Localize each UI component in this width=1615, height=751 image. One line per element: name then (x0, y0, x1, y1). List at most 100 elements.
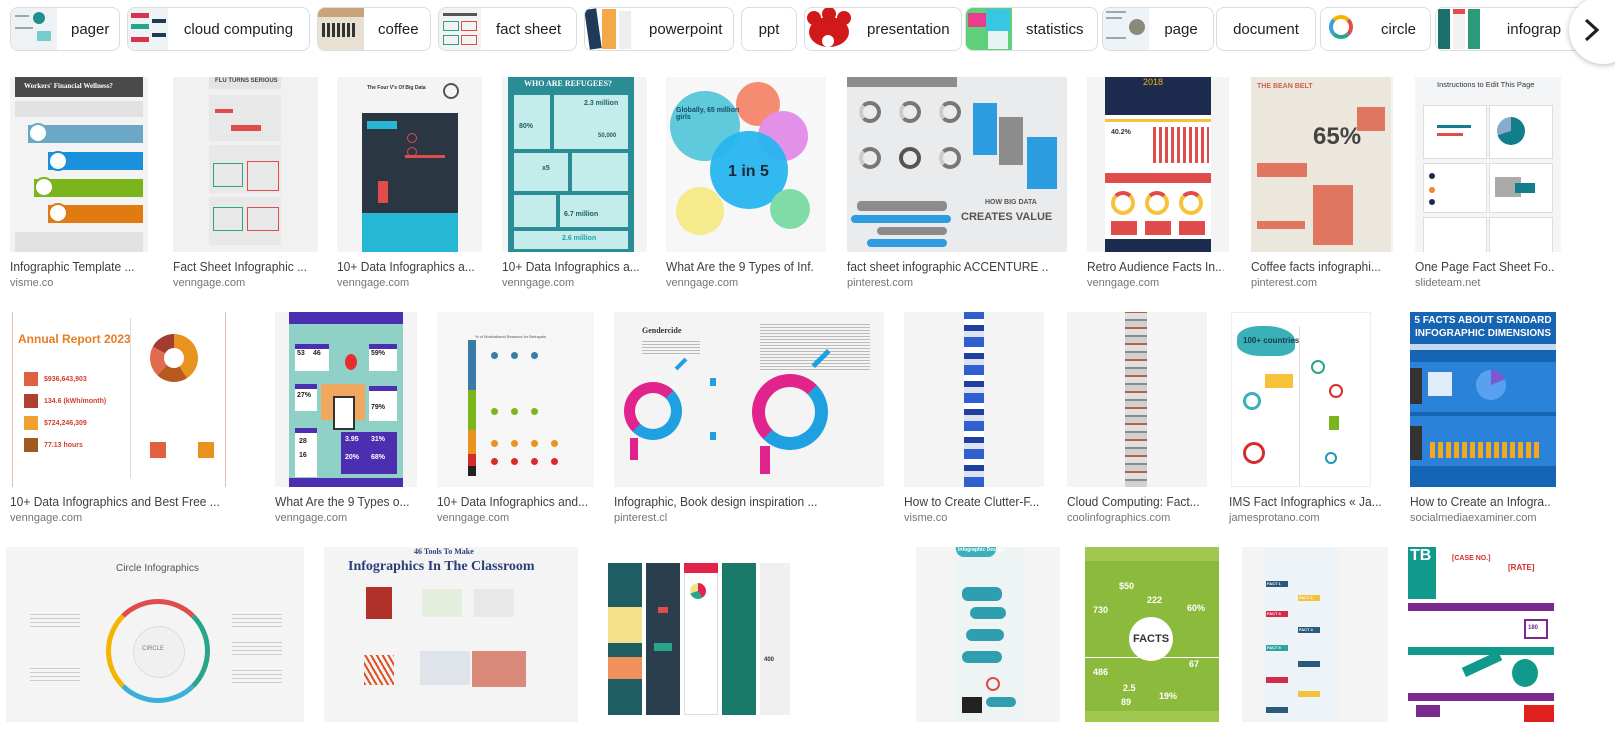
result-thumbnail[interactable]: WHO ARE REFUGEES? 80% 2.3 million 50,000… (502, 77, 647, 252)
result-thumbnail[interactable]: $50 222 730 60% FACTS 486 67 2.5 89 19% (1085, 547, 1219, 722)
result-thumbnail[interactable]: Workers' Financial Wellness? (10, 77, 148, 252)
result-title[interactable]: How to Create Clutter-F... (904, 495, 1038, 509)
chip-label: fact sheet (495, 20, 562, 38)
result-title[interactable]: 10+ Data Infographics a... (337, 260, 476, 274)
result-thumbnail[interactable] (904, 312, 1044, 487)
result-title[interactable]: 10+ Data Infographics and... (437, 495, 588, 509)
thumb-stat: 3.95 (345, 436, 359, 443)
chip-powerpoint[interactable]: powerpoint (584, 7, 734, 51)
result-thumbnail[interactable]: 53 46 59% 27% 79% 28 16 3.95 31% 20% 68% (275, 312, 417, 487)
result-title[interactable]: Cloud Computing: Fact... (1067, 495, 1201, 509)
thumb-headline: 5 FACTS ABOUT STANDARD INFOGRAPHIC DIMEN… (1414, 315, 1552, 339)
thumb-headline: 100+ countries (1243, 336, 1300, 345)
result-title[interactable]: Coffee facts infographi... (1251, 260, 1387, 274)
thumb-headline: 65% (1313, 123, 1362, 150)
chip-pager[interactable]: pager (10, 7, 120, 51)
result-title[interactable]: 10+ Data Infographics a... (502, 260, 641, 274)
scroll-next-button[interactable] (1569, 0, 1615, 64)
thumb-headline: Infographic Design (958, 547, 1004, 553)
result-title[interactable]: What Are the 9 Types o... (275, 495, 411, 509)
result-title[interactable]: Retro Audience Facts In... (1087, 260, 1223, 274)
chip-thumbnail (805, 8, 853, 50)
result-thumbnail[interactable]: Circle Infographics CIRCLE (6, 547, 304, 722)
result-source: pinterest.com (847, 277, 914, 289)
result-source: venngage.com (10, 512, 83, 524)
result-thumbnail[interactable]: 46 Tools To Make Infographics In The Cla… (324, 547, 578, 722)
result-thumbnail[interactable]: FACT 1 FACT 2 FACT 3 FACT 4 FACT 5 (1242, 547, 1388, 722)
result-title[interactable]: IMS Fact Infographics « Ja... (1229, 495, 1383, 509)
thumb-stat: 222 (1147, 595, 1163, 605)
chip-page[interactable]: page (1102, 7, 1214, 51)
thumb-stat: x5 (542, 165, 550, 172)
chip-thumbnail (585, 8, 635, 50)
thumb-stat: 20% (345, 454, 360, 461)
chip-presentation[interactable]: presentation (804, 7, 962, 51)
chip-thumbnail (1321, 8, 1367, 50)
thumb-headline: Gendercide (642, 326, 682, 335)
chip-coffee[interactable]: coffee (317, 7, 431, 51)
thumb-subtitle: THE BEAN BELT (1257, 83, 1313, 90)
thumb-stat: 77.13 hours (44, 442, 83, 449)
thumb-stat: 46 (313, 350, 321, 357)
result-thumbnail[interactable]: Instructions to Edit This Page (1415, 77, 1561, 252)
thumb-stat: 50,000 (598, 133, 617, 139)
chip-fact-sheet[interactable]: fact sheet (438, 7, 577, 51)
result-thumbnail[interactable]: THE BEAN BELT 65% (1251, 77, 1393, 252)
chip-statistics[interactable]: statistics (965, 7, 1098, 51)
result-thumbnail[interactable]: HOW BIG DATA CREATES VALUE (847, 77, 1067, 252)
thumb-subtitle: Globally, 65 million girls (676, 107, 740, 121)
result-thumbnail[interactable]: 400 (598, 547, 896, 722)
result-title[interactable]: fact sheet infographic ACCENTURE ... (847, 260, 1049, 274)
thumb-headline: Workers' Financial Wellness? (24, 82, 113, 90)
chip-label: ppt (758, 20, 780, 38)
result-title[interactable]: What Are the 9 Types of Inf... (666, 260, 815, 274)
chip-cloud-computing[interactable]: cloud computing (127, 7, 310, 51)
result-thumbnail[interactable]: 5 FACTS ABOUT STANDARD INFOGRAPHIC DIMEN… (1410, 312, 1556, 487)
thumb-stat: $936,643,903 (44, 376, 87, 383)
result-thumbnail[interactable]: The Four V's Of Big Data (337, 77, 482, 252)
result-title[interactable]: One Page Fact Sheet Fo... (1415, 260, 1555, 274)
thumb-stat: 40.2% (1111, 129, 1131, 136)
result-title[interactable]: Infographic Template ... (10, 260, 144, 274)
result-thumbnail[interactable]: Annual Report 2023 $936,643,903 134.6 (k… (10, 312, 255, 487)
result-thumbnail[interactable] (1067, 312, 1207, 487)
chip-circle[interactable]: circle (1320, 7, 1431, 51)
thumb-stat: $50 (1119, 581, 1135, 591)
chip-label: coffee (378, 20, 419, 38)
result-title[interactable]: Fact Sheet Infographic ... (173, 260, 312, 274)
result-source: venngage.com (1087, 277, 1160, 289)
thumb-stat: 67 (1189, 659, 1200, 669)
chip-ppt[interactable]: ppt (741, 7, 797, 51)
result-thumbnail[interactable]: 2018 40.2% (1087, 77, 1229, 252)
result-thumbnail[interactable]: Gendercide (614, 312, 884, 487)
thumb-stat: FACT 4 (1299, 627, 1313, 632)
result-title[interactable]: 10+ Data Infographics and Best Free ... (10, 495, 231, 509)
result-thumbnail[interactable]: 100+ countries (1229, 312, 1389, 487)
result-source: venngage.com (173, 277, 246, 289)
thumb-headline: Circle Infographics (116, 563, 199, 574)
result-source: slideteam.net (1415, 277, 1481, 289)
result-title[interactable]: How to Create an Infogra... (1410, 495, 1550, 509)
thumb-headline: 1 in 5 (728, 163, 769, 180)
result-thumbnail[interactable]: % of Motivational Reasons for Betrayals (437, 312, 594, 487)
thumb-stat: $724,246,309 (44, 420, 87, 427)
chip-document[interactable]: document (1216, 7, 1316, 51)
result-thumbnail[interactable]: Globally, 65 million girls 1 in 5 (666, 77, 826, 252)
thumb-stat: 16 (299, 452, 307, 459)
result-thumbnail[interactable]: Infographic Design (916, 547, 1060, 722)
thumb-stat: 53 (297, 350, 305, 357)
result-thumbnail[interactable]: FLU TURNS SERIOUS (173, 77, 318, 252)
thumb-stat: 68% (371, 454, 386, 461)
chip-label: circle (1381, 20, 1417, 38)
result-source: visme.co (904, 512, 948, 524)
chip-infographic[interactable]: infograp (1435, 7, 1585, 51)
chip-label: cloud computing (183, 20, 294, 38)
result-source: pinterest.cl (614, 512, 668, 524)
chip-thumbnail (128, 8, 168, 50)
result-source: venngage.com (275, 512, 348, 524)
result-title[interactable]: Infographic, Book design inspiration ... (614, 495, 871, 509)
result-source: venngage.com (502, 277, 575, 289)
thumb-stat: 2.5 (1123, 683, 1136, 693)
result-thumbnail[interactable]: TB [CASE NO.] [RATE] 180 (1408, 547, 1554, 722)
chip-thumbnail (1103, 8, 1149, 50)
